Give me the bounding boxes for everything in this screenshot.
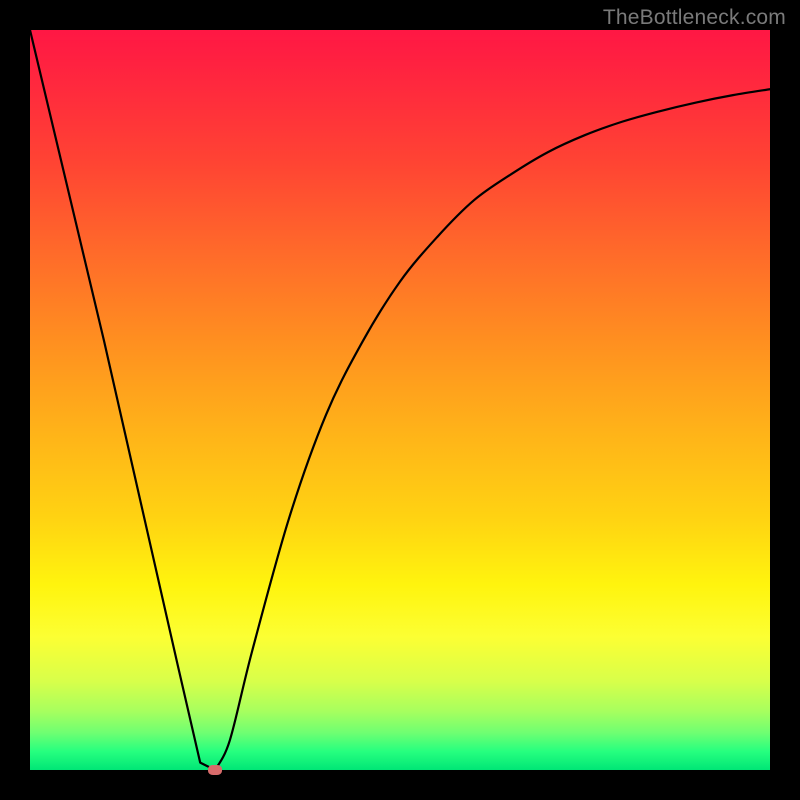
watermark-text: TheBottleneck.com bbox=[603, 6, 786, 30]
plot-area bbox=[30, 30, 770, 770]
v-curve bbox=[30, 30, 770, 770]
minimum-marker bbox=[208, 765, 222, 775]
curve-layer bbox=[30, 30, 770, 770]
chart-stage: TheBottleneck.com bbox=[0, 0, 800, 800]
